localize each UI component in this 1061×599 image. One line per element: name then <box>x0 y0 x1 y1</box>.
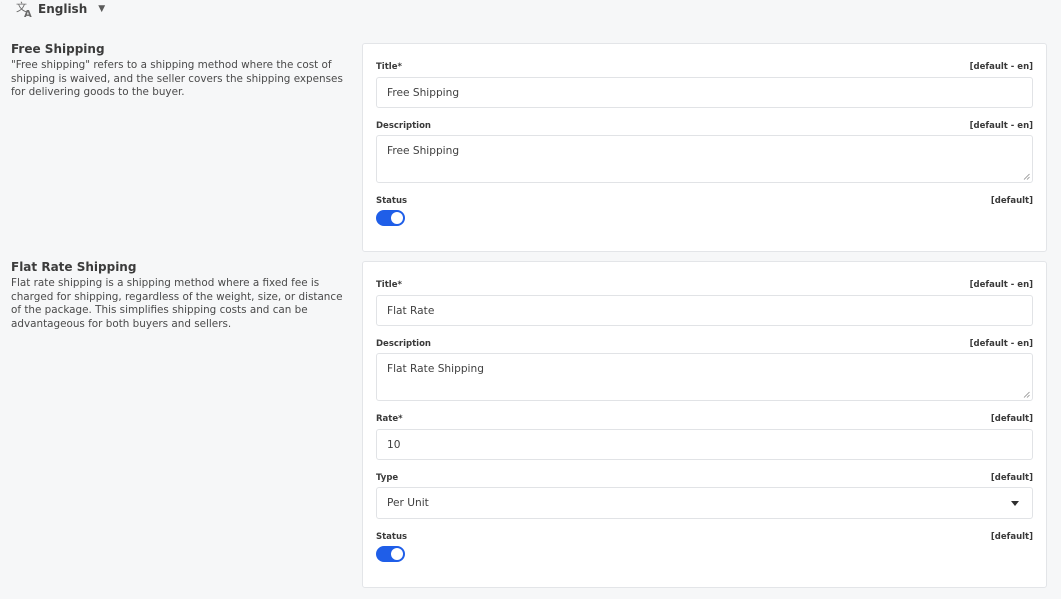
field-label: Type <box>376 473 399 483</box>
scope-label: [default] <box>990 196 1033 206</box>
toggle-knob <box>391 548 403 560</box>
field-label: Description <box>376 339 431 349</box>
flat-rate-info: Flat Rate Shipping Flat rate shipping is… <box>11 260 355 331</box>
free-shipping-card: Title* [default - en] Free Shipping Desc… <box>362 43 1047 252</box>
scope-label: [default - en] <box>969 62 1033 72</box>
flat-rate-card: Title* [default - en] Flat Rate Descript… <box>362 261 1047 588</box>
field-label: Status <box>376 196 408 206</box>
language-switcher[interactable]: 文 A English ▼ <box>16 0 105 18</box>
rate-input[interactable]: 10 <box>376 429 1033 460</box>
type-field: Type [default] Per Unit <box>376 472 1033 519</box>
input-value: Free Shipping <box>387 86 460 99</box>
textarea-value: Free Shipping <box>387 145 460 157</box>
title-input[interactable]: Flat Rate <box>376 295 1033 326</box>
title-field: Title* [default - en] Flat Rate <box>376 279 1033 326</box>
section-description: "Free shipping" refers to a shipping met… <box>11 59 343 98</box>
toggle-knob <box>391 212 403 224</box>
translate-icon: 文 A <box>16 0 32 18</box>
language-label: English <box>38 2 88 16</box>
field-label: Status <box>376 532 408 542</box>
scope-label: [default - en] <box>969 121 1033 131</box>
caret-down-icon <box>1011 501 1019 506</box>
scope-label: [default] <box>990 414 1033 424</box>
rate-field: Rate* [default] 10 <box>376 413 1033 460</box>
type-select[interactable]: Per Unit <box>376 487 1033 519</box>
description-textarea[interactable]: Flat Rate Shipping <box>376 353 1033 401</box>
svg-text:A: A <box>24 9 32 18</box>
status-toggle[interactable] <box>376 546 405 562</box>
status-toggle[interactable] <box>376 210 405 226</box>
description-field: Description [default - en] Flat Rate Shi… <box>376 338 1033 401</box>
textarea-value: Flat Rate Shipping <box>387 363 484 375</box>
field-label: Title* <box>376 62 402 72</box>
input-value: 10 <box>387 438 401 451</box>
title-field: Title* [default - en] Free Shipping <box>376 61 1033 108</box>
section-title: Free Shipping <box>11 42 105 56</box>
scope-label: [default] <box>990 532 1033 542</box>
resize-grip-icon[interactable] <box>1023 173 1030 180</box>
free-shipping-info: Free Shipping "Free shipping" refers to … <box>11 42 355 100</box>
input-value: Flat Rate <box>387 304 435 317</box>
resize-grip-icon[interactable] <box>1023 391 1030 398</box>
status-field: Status [default] <box>376 195 1033 226</box>
title-input[interactable]: Free Shipping <box>376 77 1033 108</box>
section-title: Flat Rate Shipping <box>11 260 137 274</box>
scope-label: [default] <box>990 473 1033 483</box>
section-description: Flat rate shipping is a shipping method … <box>11 277 343 330</box>
field-label: Title* <box>376 280 402 290</box>
scope-label: [default - en] <box>969 339 1033 349</box>
scope-label: [default - en] <box>969 280 1033 290</box>
field-label: Description <box>376 121 431 131</box>
description-field: Description [default - en] Free Shipping <box>376 120 1033 183</box>
status-field: Status [default] <box>376 531 1033 562</box>
caret-down-icon: ▼ <box>98 4 106 14</box>
select-value: Per Unit <box>387 497 429 509</box>
field-label: Rate* <box>376 414 403 424</box>
description-textarea[interactable]: Free Shipping <box>376 135 1033 183</box>
